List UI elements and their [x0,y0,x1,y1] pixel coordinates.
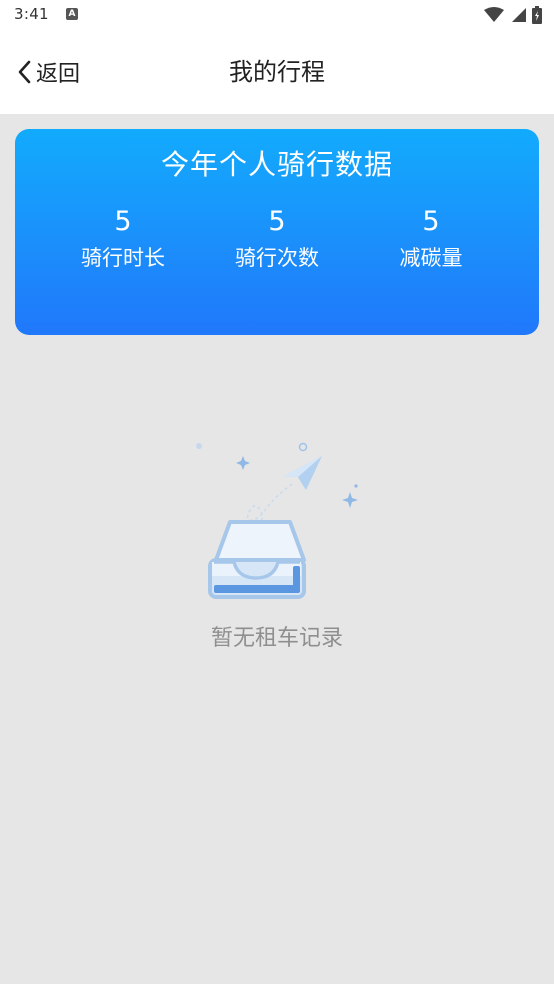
stat-label: 骑行时长 [81,246,165,270]
back-label: 返回 [36,62,81,87]
status-bar: 3:41 A [0,0,554,30]
signal-icon [512,8,526,22]
wifi-icon [484,7,504,22]
status-icons [484,6,542,24]
chevron-left-icon [18,60,31,84]
stat-carbon-reduction: 5 减碳量 [356,203,506,275]
stat-value: 5 [422,206,440,237]
stat-value: 5 [114,206,132,237]
stat-value: 5 [268,206,286,237]
empty-state-text: 暂无租车记录 [210,626,343,651]
back-button[interactable]: 返回 [16,54,80,90]
stats-card-title: 今年个人骑行数据 [160,148,393,181]
stat-label: 减碳量 [399,246,463,270]
notification-icon: A [66,8,78,20]
title-bar: 返回 我的行程 [0,30,554,114]
battery-icon [532,6,542,24]
stat-riding-count: 5 骑行次数 [202,203,352,275]
page-title: 我的行程 [229,58,325,86]
empty-inbox-paper-plane-icon [196,442,358,599]
stat-label: 骑行次数 [235,246,319,270]
stat-riding-duration: 5 骑行时长 [48,203,198,275]
riding-stats-card: 今年个人骑行数据 5 骑行时长 5 骑行次数 5 减碳量 [15,129,539,335]
status-time: 3:41 [14,5,49,23]
